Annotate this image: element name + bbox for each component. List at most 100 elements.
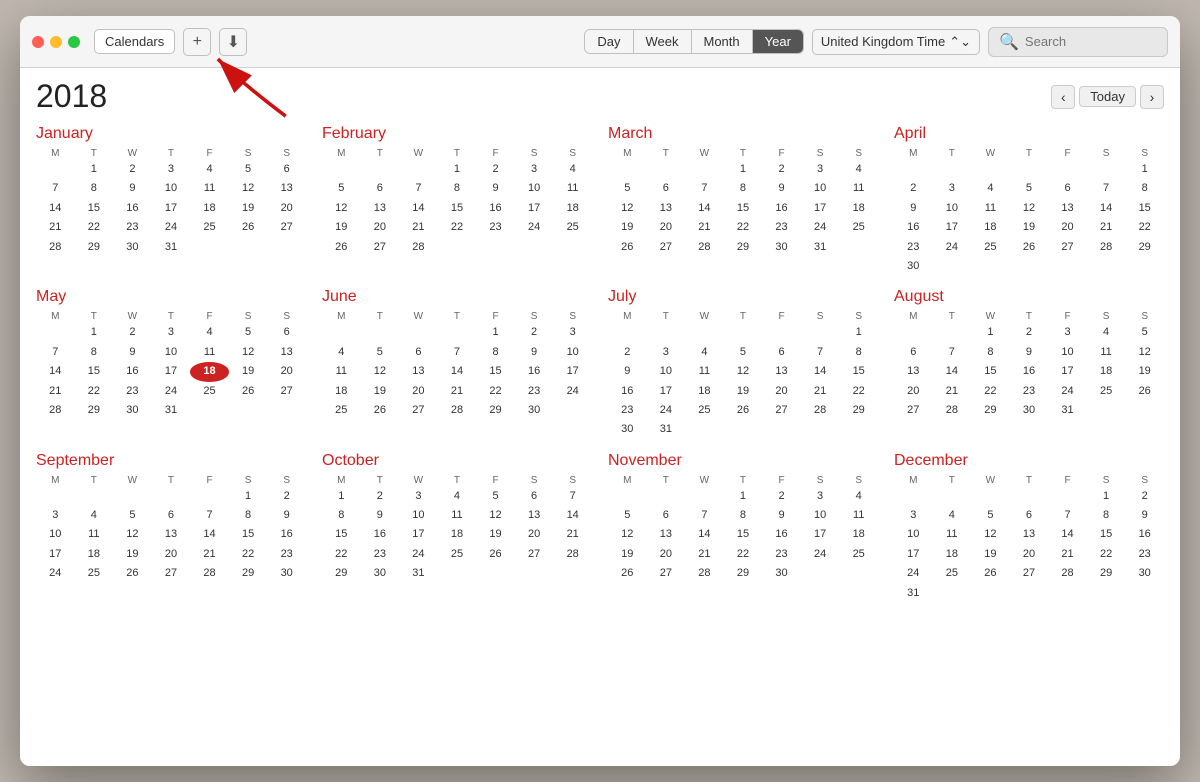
calendar-day[interactable]: 6 — [361, 179, 400, 198]
calendar-day[interactable]: 23 — [476, 218, 515, 237]
calendar-day[interactable]: 26 — [971, 564, 1010, 583]
calendar-day[interactable]: 4 — [553, 160, 592, 179]
calendar-day[interactable]: 27 — [361, 238, 400, 257]
calendar-day[interactable]: 30 — [515, 401, 554, 420]
calendar-day[interactable]: 24 — [894, 564, 933, 583]
calendar-day[interactable]: 11 — [553, 179, 592, 198]
calendar-day[interactable]: 7 — [685, 179, 724, 198]
calendar-day[interactable]: 12 — [608, 525, 647, 544]
calendar-day[interactable]: 27 — [647, 238, 686, 257]
calendar-day[interactable]: 6 — [894, 343, 933, 362]
calendar-day[interactable]: 23 — [113, 218, 152, 237]
calendar-day[interactable]: 24 — [933, 238, 972, 257]
calendar-day[interactable]: 22 — [322, 545, 361, 564]
calendar-day[interactable]: 23 — [608, 401, 647, 420]
calendar-day[interactable]: 5 — [229, 323, 268, 342]
calendar-day[interactable]: 8 — [476, 343, 515, 362]
calendar-day[interactable]: 10 — [515, 179, 554, 198]
calendar-day[interactable]: 9 — [113, 179, 152, 198]
calendar-day[interactable]: 9 — [515, 343, 554, 362]
calendar-day[interactable]: 5 — [476, 487, 515, 506]
calendar-day[interactable]: 26 — [322, 238, 361, 257]
calendar-day[interactable]: 12 — [476, 506, 515, 525]
calendar-day[interactable]: 5 — [322, 179, 361, 198]
calendar-day[interactable]: 13 — [267, 179, 306, 198]
calendar-day[interactable]: 28 — [190, 564, 229, 583]
calendar-day[interactable]: 23 — [894, 238, 933, 257]
calendar-day[interactable]: 29 — [724, 564, 763, 583]
calendar-day[interactable]: 3 — [647, 343, 686, 362]
calendar-day[interactable]: 1 — [438, 160, 477, 179]
calendar-day[interactable]: 14 — [36, 199, 75, 218]
calendar-day[interactable]: 13 — [647, 199, 686, 218]
calendar-day[interactable]: 9 — [267, 506, 306, 525]
calendar-day[interactable]: 26 — [229, 382, 268, 401]
calendar-day[interactable]: 19 — [1125, 362, 1164, 381]
calendar-day[interactable]: 18 — [839, 525, 878, 544]
calendar-day[interactable]: 5 — [724, 343, 763, 362]
calendar-day[interactable]: 21 — [933, 382, 972, 401]
calendar-day[interactable]: 28 — [933, 401, 972, 420]
calendar-day[interactable]: 27 — [894, 401, 933, 420]
calendar-day[interactable]: 16 — [894, 218, 933, 237]
today-button[interactable]: Today — [1079, 86, 1136, 107]
calendar-day[interactable]: 1 — [724, 160, 763, 179]
calendar-day[interactable]: 25 — [839, 218, 878, 237]
calendar-day[interactable]: 16 — [1010, 362, 1049, 381]
calendar-day[interactable]: 17 — [399, 525, 438, 544]
calendar-day[interactable]: 29 — [1125, 238, 1164, 257]
next-year-button[interactable]: › — [1140, 85, 1164, 109]
calendar-day[interactable]: 19 — [361, 382, 400, 401]
calendar-day[interactable]: 25 — [1087, 382, 1126, 401]
calendar-day[interactable]: 8 — [971, 343, 1010, 362]
calendar-day[interactable]: 9 — [1010, 343, 1049, 362]
calendar-day[interactable]: 15 — [75, 362, 114, 381]
calendar-day[interactable]: 5 — [361, 343, 400, 362]
month-name[interactable]: June — [322, 288, 592, 306]
calendar-day[interactable]: 23 — [515, 382, 554, 401]
calendar-day[interactable]: 22 — [1125, 218, 1164, 237]
calendar-day[interactable]: 22 — [229, 545, 268, 564]
calendar-day[interactable]: 3 — [36, 506, 75, 525]
calendar-day[interactable]: 7 — [1087, 179, 1126, 198]
calendar-day[interactable]: 4 — [190, 323, 229, 342]
calendar-day[interactable]: 10 — [933, 199, 972, 218]
calendar-day[interactable]: 16 — [267, 525, 306, 544]
calendar-day[interactable]: 18 — [1087, 362, 1126, 381]
calendar-day[interactable]: 8 — [75, 179, 114, 198]
calendar-day[interactable]: 31 — [647, 420, 686, 439]
calendar-day[interactable]: 27 — [152, 564, 191, 583]
calendar-day[interactable]: 2 — [1010, 323, 1049, 342]
calendar-day[interactable]: 12 — [113, 525, 152, 544]
calendar-day[interactable]: 19 — [608, 545, 647, 564]
calendar-day[interactable]: 11 — [190, 343, 229, 362]
calendar-day[interactable]: 2 — [762, 160, 801, 179]
calendar-day[interactable]: 17 — [801, 199, 840, 218]
calendar-day[interactable]: 12 — [229, 179, 268, 198]
calendar-day[interactable]: 9 — [608, 362, 647, 381]
calendar-day[interactable]: 6 — [1010, 506, 1049, 525]
calendar-day[interactable]: 10 — [801, 506, 840, 525]
calendar-day[interactable]: 3 — [933, 179, 972, 198]
calendar-day[interactable]: 2 — [267, 487, 306, 506]
calendar-day[interactable]: 25 — [190, 218, 229, 237]
calendar-day[interactable]: 1 — [724, 487, 763, 506]
calendar-day[interactable]: 20 — [1010, 545, 1049, 564]
calendar-day[interactable]: 17 — [152, 199, 191, 218]
calendar-day[interactable]: 30 — [1125, 564, 1164, 583]
calendar-day[interactable]: 23 — [267, 545, 306, 564]
calendar-day[interactable]: 13 — [1010, 525, 1049, 544]
calendar-day[interactable]: 12 — [361, 362, 400, 381]
calendar-day[interactable]: 3 — [801, 160, 840, 179]
calendar-day[interactable]: 30 — [762, 238, 801, 257]
calendar-day[interactable]: 11 — [1087, 343, 1126, 362]
calendar-day[interactable]: 15 — [1125, 199, 1164, 218]
calendar-day[interactable]: 14 — [933, 362, 972, 381]
calendar-day[interactable]: 20 — [267, 362, 306, 381]
calendar-day[interactable]: 13 — [1048, 199, 1087, 218]
calendar-day[interactable]: 30 — [762, 564, 801, 583]
calendar-day[interactable]: 28 — [399, 238, 438, 257]
calendar-day[interactable]: 10 — [647, 362, 686, 381]
calendar-day[interactable]: 17 — [894, 545, 933, 564]
calendar-day[interactable]: 2 — [113, 160, 152, 179]
